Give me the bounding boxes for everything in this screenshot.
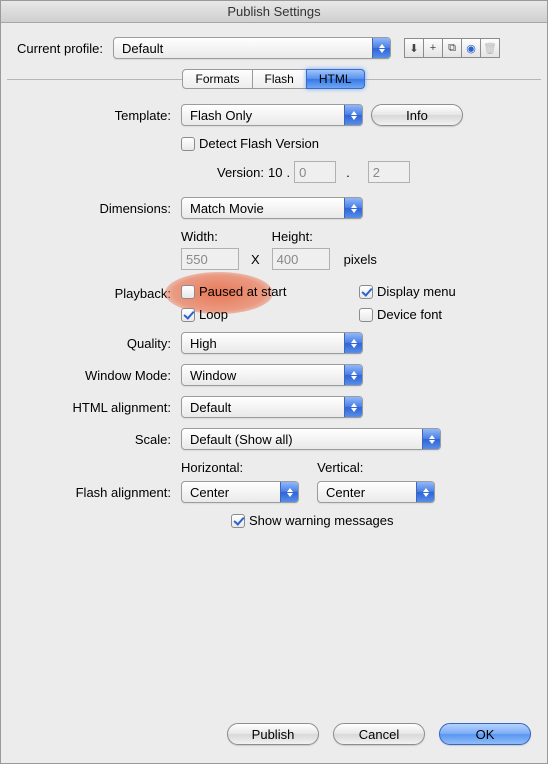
device-font-checkbox[interactable]: Device font xyxy=(359,307,529,322)
tab-formats[interactable]: Formats xyxy=(182,69,252,89)
delete-profile-icon[interactable]: 🗑 xyxy=(480,38,500,58)
window-mode-select[interactable]: Window xyxy=(181,364,363,386)
tab-html[interactable]: HTML xyxy=(306,69,365,89)
display-menu-checkbox[interactable]: Display menu xyxy=(359,284,529,299)
width-label: Width: xyxy=(181,229,239,244)
show-warnings-checkbox[interactable]: Show warning messages xyxy=(231,513,394,528)
dimensions-select[interactable]: Match Movie xyxy=(181,197,363,219)
tab-flash[interactable]: Flash xyxy=(252,69,307,89)
chevron-updown-icon xyxy=(344,105,362,125)
chevron-updown-icon xyxy=(422,429,440,449)
profile-select-value: Default xyxy=(122,41,372,56)
version-minor-input[interactable]: 0 xyxy=(294,161,336,183)
chevron-updown-icon xyxy=(372,38,390,58)
profile-row: Current profile: Default ⬇ + ⧉ ◉ 🗑 xyxy=(1,23,547,69)
chevron-updown-icon xyxy=(344,397,362,417)
window-mode-label: Window Mode: xyxy=(7,368,181,383)
rename-profile-icon[interactable]: ◉ xyxy=(461,38,481,58)
version-rev-input[interactable]: 2 xyxy=(368,161,410,183)
playback-label: Playback: xyxy=(7,284,181,301)
dialog-footer: Publish Cancel OK xyxy=(1,710,547,763)
ok-button[interactable]: OK xyxy=(439,723,531,745)
dimensions-label: Dimensions: xyxy=(7,201,181,216)
flash-alignment-label: Flash alignment: xyxy=(7,485,181,500)
chevron-updown-icon xyxy=(344,333,362,353)
quality-label: Quality: xyxy=(7,336,181,351)
version-major: 10 xyxy=(268,165,282,180)
html-panel: Template: Flash Only Info Detect Flash V… xyxy=(7,79,541,710)
quality-select[interactable]: High xyxy=(181,332,363,354)
profile-toolbar: ⬇ + ⧉ ◉ 🗑 xyxy=(405,38,500,58)
template-select[interactable]: Flash Only xyxy=(181,104,363,126)
dimension-x: X xyxy=(243,252,268,270)
duplicate-profile-icon[interactable]: ⧉ xyxy=(442,38,462,58)
profile-select[interactable]: Default xyxy=(113,37,391,59)
html-alignment-select[interactable]: Default xyxy=(181,396,363,418)
height-label: Height: xyxy=(272,229,330,244)
html-alignment-label: HTML alignment: xyxy=(7,400,181,415)
scale-select[interactable]: Default (Show all) xyxy=(181,428,441,450)
chevron-updown-icon xyxy=(344,365,362,385)
window-title: Publish Settings xyxy=(227,4,320,19)
publish-button[interactable]: Publish xyxy=(227,723,319,745)
chevron-updown-icon xyxy=(344,198,362,218)
pixels-label: pixels xyxy=(334,252,377,270)
publish-settings-dialog: Publish Settings Current profile: Defaul… xyxy=(0,0,548,764)
paused-at-start-checkbox[interactable]: Paused at start xyxy=(181,284,351,299)
loop-checkbox[interactable]: Loop xyxy=(181,307,351,322)
add-profile-icon[interactable]: + xyxy=(423,38,443,58)
chevron-updown-icon xyxy=(416,482,434,502)
width-input[interactable]: 550 xyxy=(181,248,239,270)
height-input[interactable]: 400 xyxy=(272,248,330,270)
profile-label: Current profile: xyxy=(9,41,109,56)
detect-flash-checkbox[interactable]: Detect Flash Version xyxy=(181,136,319,151)
info-button[interactable]: Info xyxy=(371,104,463,126)
chevron-updown-icon xyxy=(280,482,298,502)
vertical-align-select[interactable]: Center xyxy=(317,481,435,503)
scale-label: Scale: xyxy=(7,432,181,447)
cancel-button[interactable]: Cancel xyxy=(333,723,425,745)
title-bar: Publish Settings xyxy=(1,1,547,23)
vertical-label: Vertical: xyxy=(317,460,363,475)
import-profile-icon[interactable]: ⬇ xyxy=(404,38,424,58)
version-label: Version: xyxy=(217,165,264,180)
horizontal-align-select[interactable]: Center xyxy=(181,481,299,503)
horizontal-label: Horizontal: xyxy=(181,460,243,475)
tab-bar: Formats Flash HTML xyxy=(1,69,547,89)
template-label: Template: xyxy=(7,108,181,123)
